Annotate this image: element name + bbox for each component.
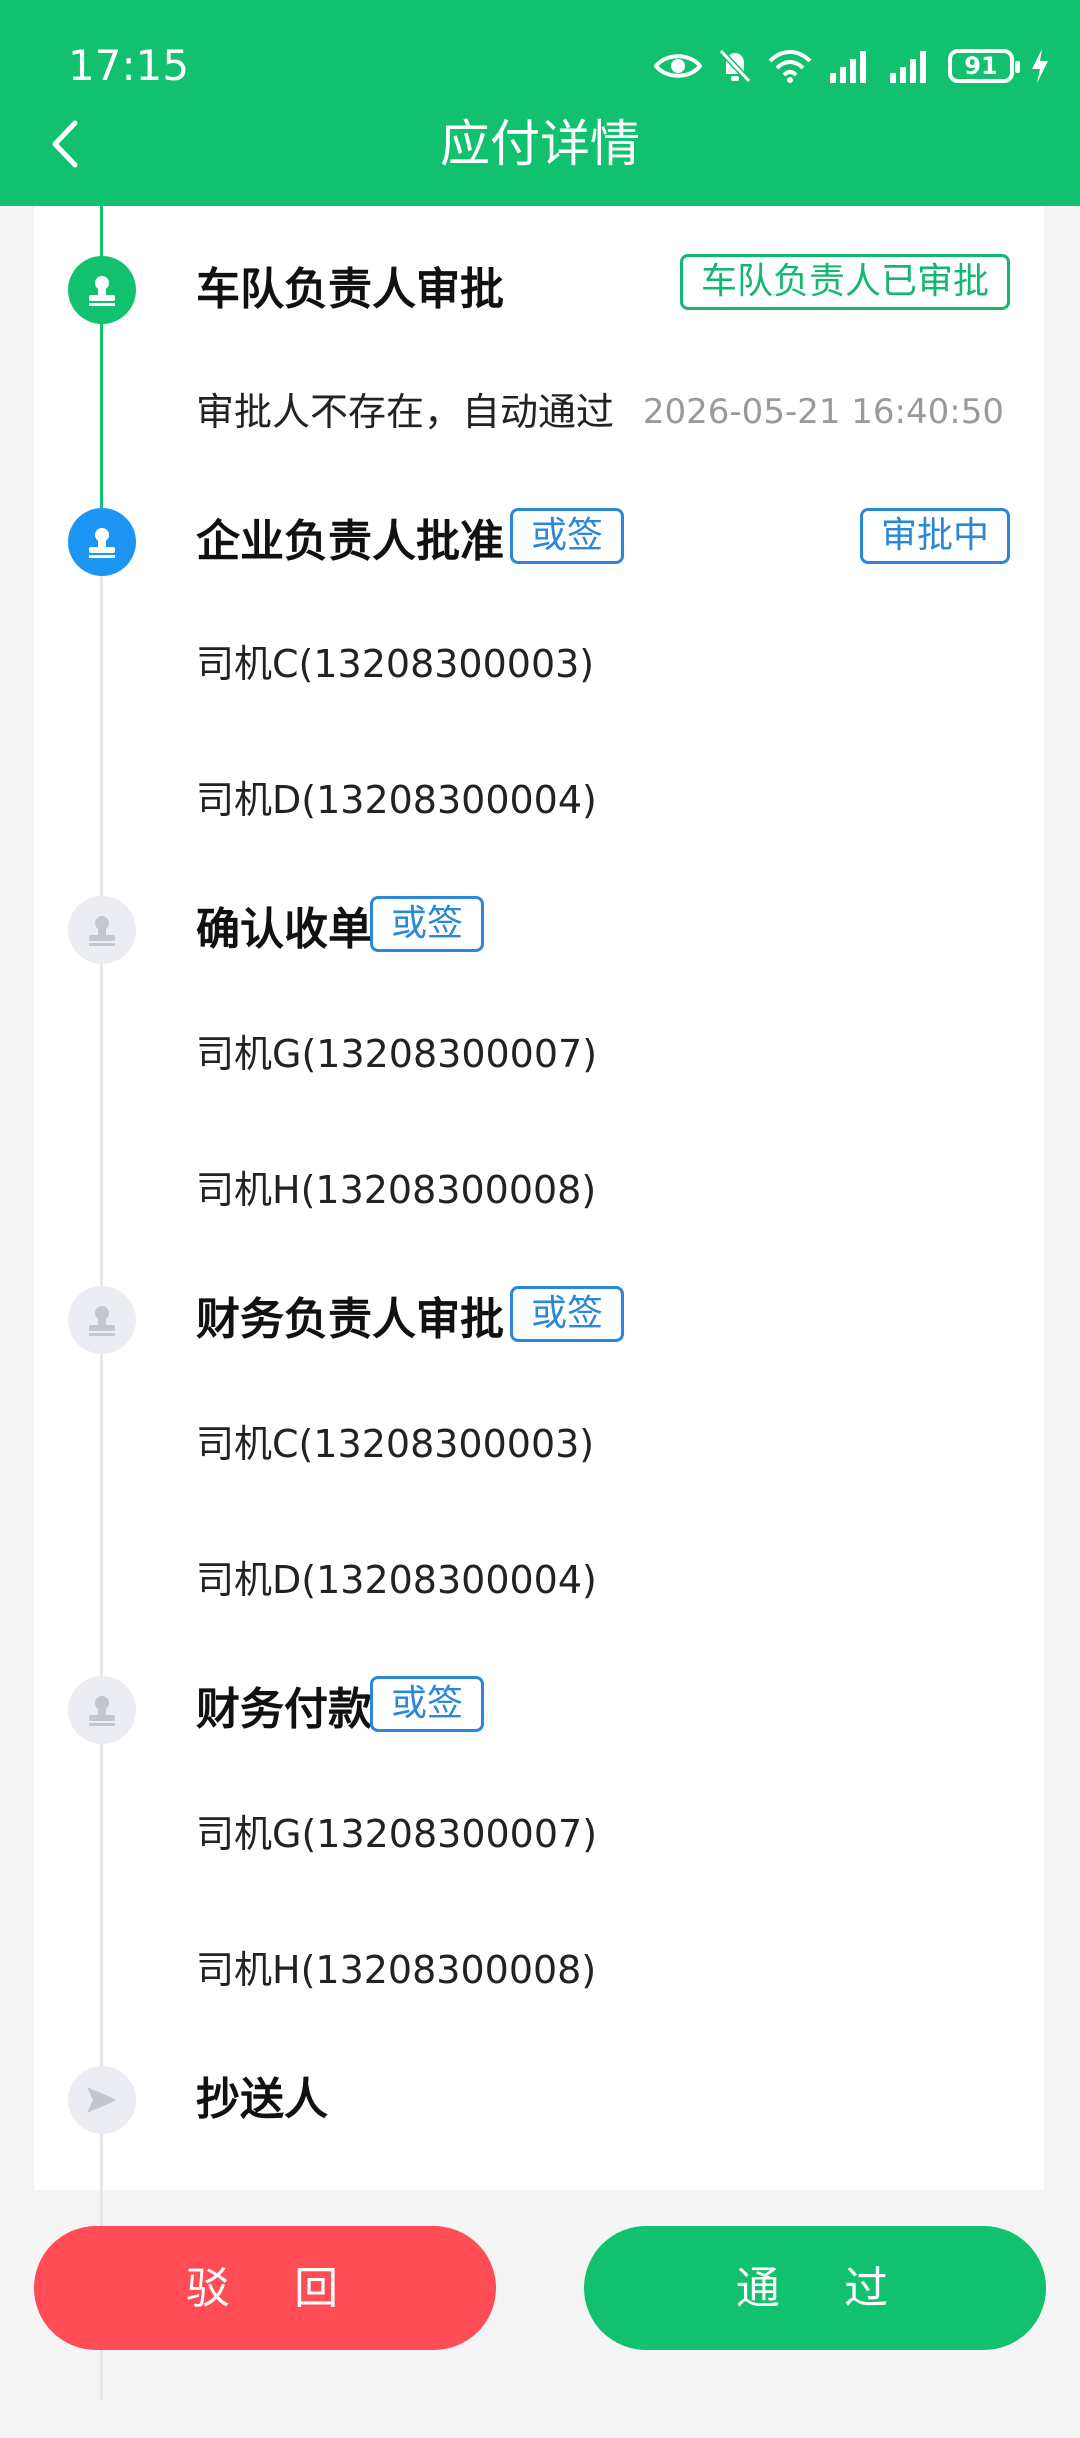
eye-icon <box>654 54 702 78</box>
approve-button[interactable]: 通 过 <box>584 2226 1046 2350</box>
stamp-icon <box>89 276 115 306</box>
stamp-icon <box>89 916 115 946</box>
approver: 司机C(13208300003) <box>196 1422 595 1466</box>
step-node-pending <box>68 896 136 964</box>
step-title: 车队负责人审批 <box>196 264 504 315</box>
status-icons: 91 <box>654 40 1050 92</box>
or-sign-tag: 或签 <box>370 1676 485 1732</box>
or-sign-tag: 或签 <box>510 1286 625 1342</box>
signal-icon <box>830 51 866 83</box>
or-sign-tag: 或签 <box>370 896 485 952</box>
approval-timeline: 车队负责人审批 车队负责人已审批 审批人不存在，自动通过 2026-05-21 … <box>34 206 1044 2400</box>
reject-button[interactable]: 驳 回 <box>34 2226 496 2350</box>
approver: 司机H(13208300008) <box>196 1168 597 1212</box>
step-node-active <box>68 508 136 576</box>
approval-time: 2026-05-21 16:40:50 <box>642 392 1004 432</box>
stamp-icon <box>89 528 115 558</box>
step-title-cc: 抄送人 <box>196 2074 328 2125</box>
battery-icon: 91 <box>948 49 1020 83</box>
charging-icon <box>1032 49 1048 83</box>
step-node-pending <box>68 1676 136 1744</box>
approver: 司机D(13208300004) <box>196 1558 597 1602</box>
approver: 司机D(13208300004) <box>196 778 597 822</box>
send-icon <box>87 2087 117 2113</box>
stamp-icon <box>89 1306 115 1336</box>
status-badge: 审批中 <box>859 508 1010 564</box>
battery-level: 91 <box>964 52 998 80</box>
stamp-icon <box>89 1696 115 1726</box>
approval-note: 审批人不存在，自动通过 <box>196 390 615 434</box>
status-badge: 车队负责人已审批 <box>679 254 1010 310</box>
step-node-approved <box>68 256 136 324</box>
approver: 司机G(13208300007) <box>196 1032 598 1076</box>
wifi-icon <box>768 50 812 83</box>
approver: 司机C(13208300003) <box>196 642 595 686</box>
or-sign-tag: 或签 <box>510 508 625 564</box>
mute-bell-icon <box>718 48 752 84</box>
page-title: 应付详情 <box>440 115 640 173</box>
step-title: 确认收单 <box>196 904 372 955</box>
step-title: 财务付款 <box>196 1684 372 1735</box>
approver: 司机G(13208300007) <box>196 1812 598 1856</box>
step-title: 企业负责人批准 <box>196 516 504 567</box>
signal-icon-2 <box>890 51 926 83</box>
step-title: 财务负责人审批 <box>196 1294 504 1345</box>
step-node-pending <box>68 1286 136 1354</box>
status-time: 17:15 <box>68 41 190 90</box>
step-node-cc <box>68 2066 136 2134</box>
app-header: 17:15 91 应付详情 <box>0 0 1080 206</box>
approver: 司机H(13208300008) <box>196 1948 597 1992</box>
